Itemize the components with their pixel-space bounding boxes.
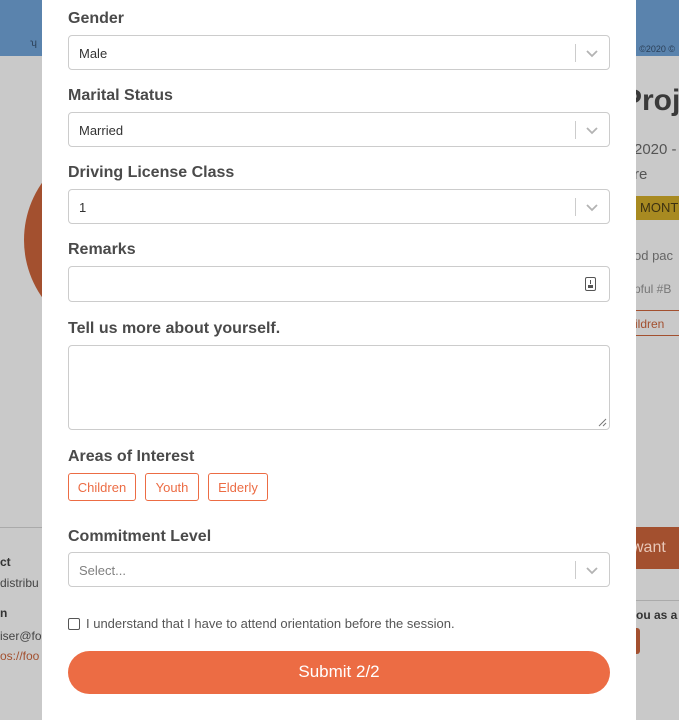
marital-status-value: Married: [79, 123, 124, 138]
contact-link: os://foo: [0, 649, 40, 663]
project-hashtags: pful #B: [634, 282, 672, 296]
contact-heading: ct: [0, 555, 11, 569]
contact-text: distribu: [0, 576, 39, 590]
commitment-level-select[interactable]: Select...: [68, 552, 610, 587]
banner-mark: ʮ: [30, 38, 37, 49]
gender-select[interactable]: Male: [68, 35, 610, 70]
project-subtext: re: [634, 166, 648, 183]
select-separator: [575, 44, 576, 62]
orientation-checkbox[interactable]: [68, 618, 80, 630]
driving-license-select[interactable]: 1: [68, 189, 610, 224]
commitment-level-label: Commitment Level: [68, 528, 212, 545]
remarks-label: Remarks: [68, 241, 136, 258]
select-separator: [575, 561, 576, 579]
select-separator: [575, 121, 576, 139]
signup-modal: Gender Male Marital Status Married Drivi…: [42, 0, 636, 720]
marital-status-select[interactable]: Married: [68, 112, 610, 147]
driving-license-value: 1: [79, 200, 87, 215]
interest-option-youth[interactable]: Youth: [145, 473, 199, 501]
chevron-down-icon[interactable]: [585, 45, 599, 61]
orientation-label[interactable]: I understand that I have to attend orien…: [86, 616, 455, 631]
gender-value: Male: [79, 46, 108, 61]
select-separator: [575, 198, 576, 216]
page-scrollbar[interactable]: [668, 0, 679, 720]
keyboard-icon[interactable]: [585, 277, 596, 291]
contact-heading-2: n: [0, 606, 8, 620]
gender-label: Gender: [68, 10, 125, 27]
chevron-down-icon[interactable]: [585, 199, 599, 215]
remarks-input[interactable]: [68, 266, 610, 302]
areas-of-interest-label: Areas of Interest: [68, 448, 195, 465]
resize-handle-icon[interactable]: [597, 417, 607, 427]
about-label: Tell us more about yourself.: [68, 320, 281, 337]
chevron-down-icon[interactable]: [585, 122, 599, 138]
about-textarea[interactable]: [68, 345, 610, 430]
chevron-down-icon[interactable]: [585, 562, 599, 578]
interest-option-elderly[interactable]: Elderly: [208, 473, 268, 501]
submit-button[interactable]: Submit 2/2: [68, 651, 610, 694]
interest-option-children[interactable]: Children: [68, 473, 136, 501]
marital-status-label: Marital Status: [68, 87, 173, 104]
driving-license-label: Driving License Class: [68, 164, 235, 181]
contact-email: iser@fo: [0, 629, 42, 643]
commitment-level-placeholder: Select...: [79, 563, 126, 578]
